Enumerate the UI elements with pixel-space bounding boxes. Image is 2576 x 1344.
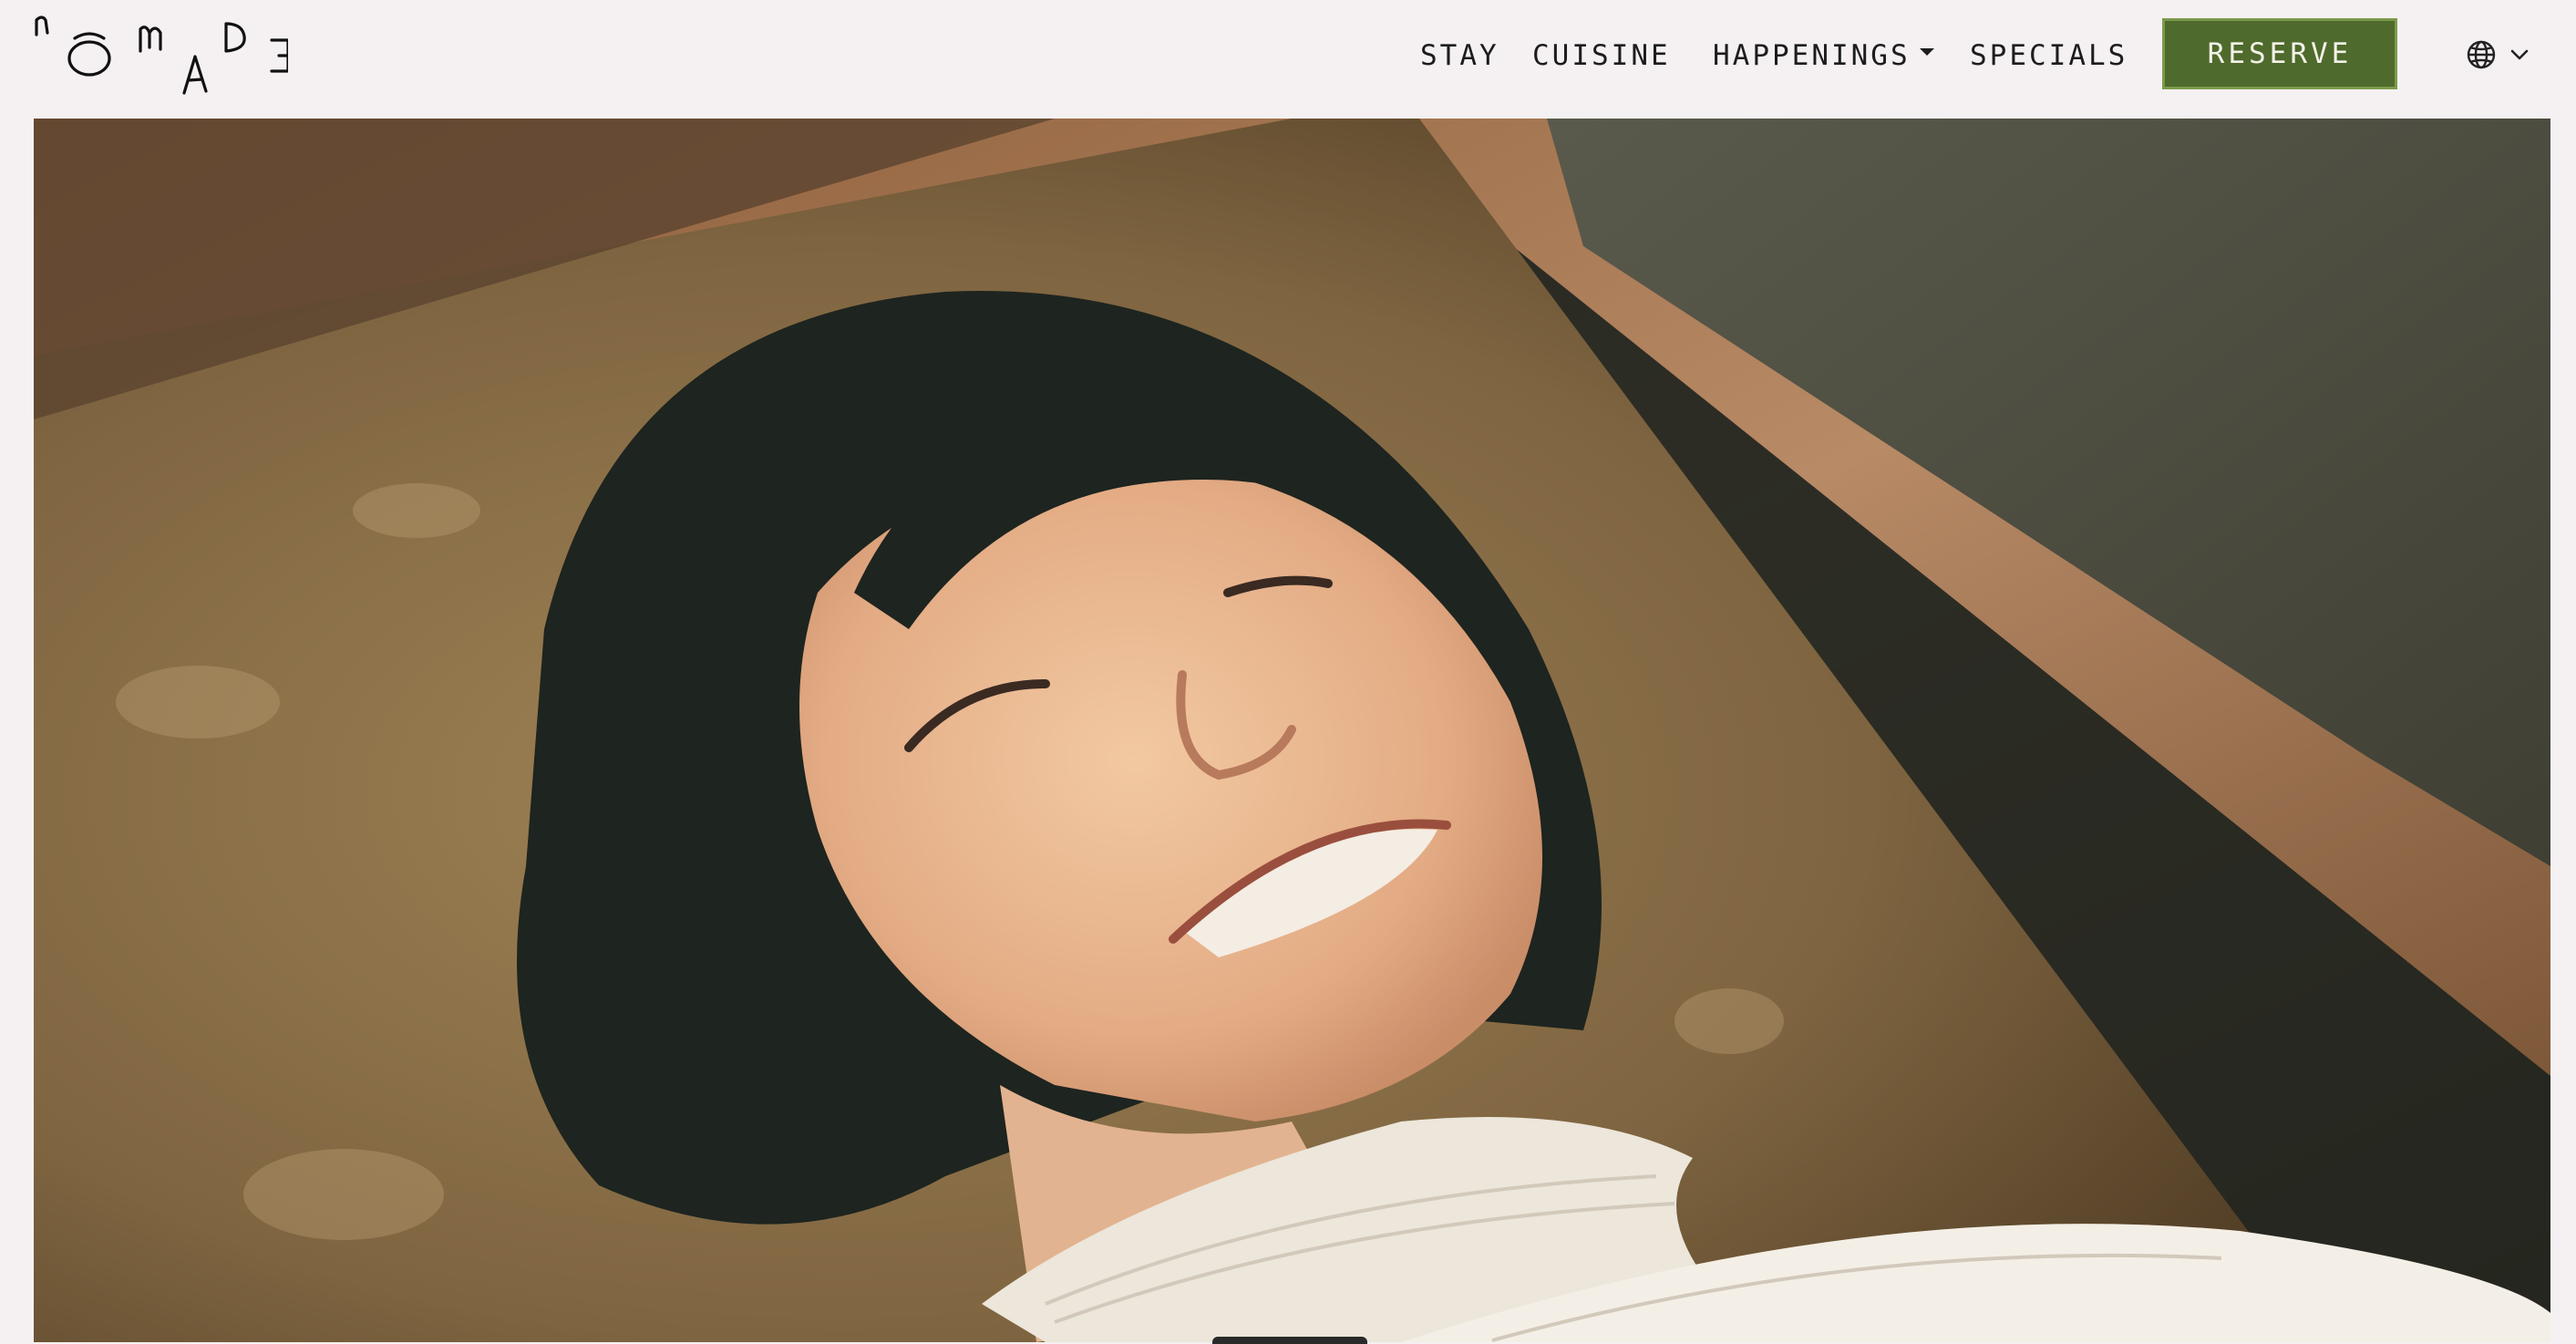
reserve-button-label: RESERVE: [2207, 37, 2353, 70]
nav-item-label: HAPPENINGS: [1713, 39, 1911, 72]
brand-logo[interactable]: [33, 7, 288, 98]
nav-item-label: CUISINE: [1532, 39, 1671, 72]
site-header: STAY CUISINE HAPPENINGS SPECIALS RESERVE: [0, 0, 2576, 119]
nav-item-label: STAY: [1420, 39, 1499, 72]
nomade-logo-mark: [35, 16, 288, 95]
reserve-button[interactable]: RESERVE: [2162, 18, 2397, 89]
nav-item-happenings[interactable]: HAPPENINGS: [1713, 18, 1934, 93]
nav-item-cuisine[interactable]: CUISINE: [1532, 18, 1671, 93]
hero-image: [34, 119, 2550, 1342]
globe-icon: [2467, 40, 2496, 69]
nav-item-stay[interactable]: STAY: [1420, 18, 1499, 93]
language-selector[interactable]: [2465, 35, 2538, 77]
nav-item-specials[interactable]: SPECIALS: [1970, 18, 2128, 93]
chevron-down-icon: [2510, 49, 2529, 60]
nav-item-label: SPECIALS: [1970, 39, 2128, 72]
scroll-indicator: [1212, 1337, 1367, 1344]
dropdown-caret-icon: [1919, 47, 1934, 56]
